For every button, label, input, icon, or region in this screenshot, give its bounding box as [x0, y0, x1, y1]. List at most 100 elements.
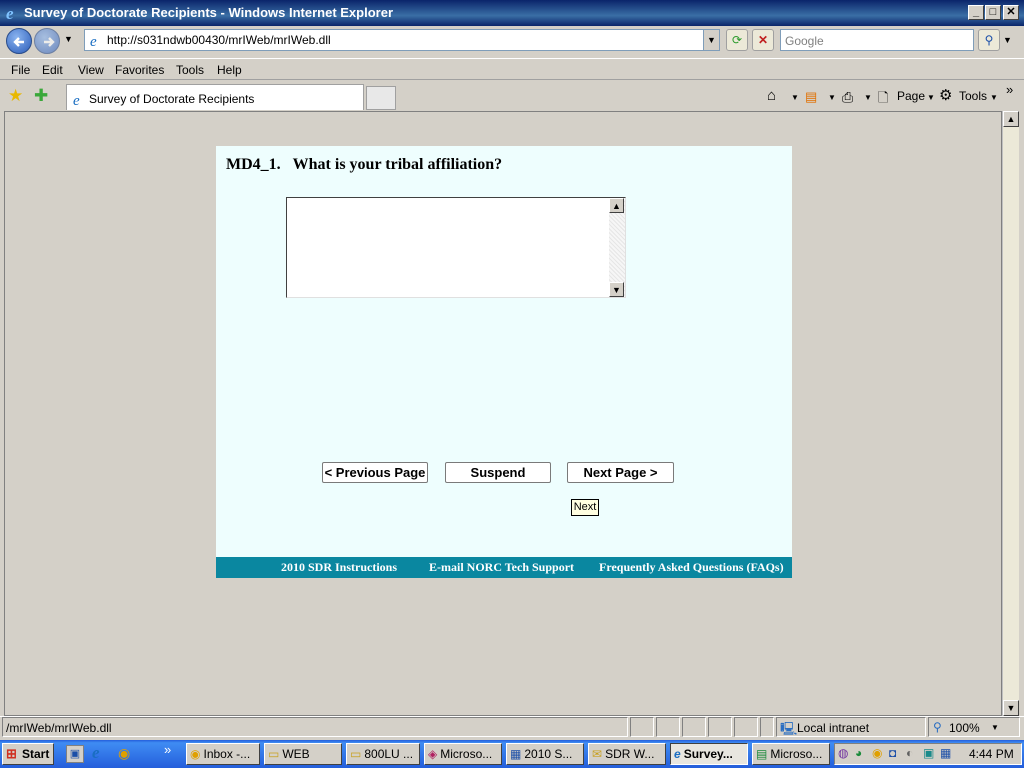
task-sdr-w[interactable]: ✉ SDR W...: [588, 743, 666, 765]
page-menu[interactable]: Page: [897, 89, 925, 103]
task-survey[interactable]: e Survey...: [670, 743, 748, 765]
zoom-control[interactable]: ⚲ 100% ▼: [928, 717, 1020, 737]
stop-icon[interactable]: ✕: [752, 29, 774, 51]
feeds-icon[interactable]: ▤: [805, 89, 817, 105]
search-input[interactable]: Google: [780, 29, 974, 51]
quicklaunch-outlook-icon[interactable]: ◉: [118, 745, 130, 762]
page-dropdown-icon[interactable]: ▼: [927, 93, 935, 102]
search-options-icon[interactable]: ▼: [1003, 35, 1012, 45]
minimize-button[interactable]: _: [968, 5, 984, 20]
address-url: http://s031ndwb00430/mrIWeb/mrIWeb.dll: [107, 33, 331, 47]
quicklaunch-ie-icon[interactable]: e: [92, 743, 100, 763]
task-label: 2010 S...: [524, 747, 573, 761]
zoom-level: 100%: [949, 721, 980, 735]
task-label: Inbox -...: [203, 747, 251, 761]
new-tab-button[interactable]: [366, 86, 396, 110]
intranet-icon: 🖳: [780, 721, 798, 736]
status-cell: [656, 717, 680, 737]
zone-label: Local intranet: [797, 721, 870, 735]
show-desktop-icon[interactable]: ▣: [66, 745, 84, 763]
menu-help[interactable]: Help: [217, 63, 242, 77]
tray-icon[interactable]: ◉: [872, 746, 882, 760]
previous-page-button[interactable]: < Previous Page: [322, 462, 428, 483]
clock: 4:44 PM: [969, 747, 1014, 761]
print-icon[interactable]: ⎙: [842, 89, 853, 106]
question-text: What is your tribal affiliation?: [292, 156, 503, 173]
tray-icon[interactable]: ▣: [923, 746, 934, 760]
back-button[interactable]: [6, 28, 32, 54]
tray-icon[interactable]: ▦: [940, 746, 951, 760]
task-inbox[interactable]: ◉ Inbox -...: [186, 743, 260, 765]
tab-ie-icon: e: [73, 93, 80, 107]
home-dropdown-icon[interactable]: ▼: [791, 93, 799, 102]
faq-link[interactable]: Frequently Asked Questions (FAQs): [599, 560, 784, 575]
history-dropdown-icon[interactable]: ▼: [64, 34, 73, 44]
search-placeholder: Google: [785, 34, 824, 48]
tools-dropdown-icon[interactable]: ▼: [990, 93, 998, 102]
tab-survey[interactable]: e Survey of Doctorate Recipients: [66, 84, 364, 110]
tray-icon[interactable]: ◍: [838, 746, 848, 760]
close-window-button[interactable]: ✕: [1003, 5, 1019, 20]
back-arrow-icon: [13, 37, 24, 47]
task-label: 800LU ...: [364, 747, 414, 761]
menu-bar: File Edit View Favorites Tools Help: [0, 58, 1024, 80]
tools-menu[interactable]: Tools: [959, 89, 987, 103]
menu-favorites[interactable]: Favorites: [115, 63, 164, 77]
favorites-star-icon[interactable]: ★: [8, 86, 23, 106]
start-label: Start: [22, 747, 50, 761]
scroll-down-icon[interactable]: ▼: [1003, 700, 1019, 716]
forward-button[interactable]: [34, 28, 60, 54]
start-button[interactable]: ⊞ Start: [2, 743, 54, 765]
textarea-scrollbar[interactable]: ▲ ▼: [609, 198, 625, 297]
next-page-button[interactable]: Next Page >: [567, 462, 674, 483]
feeds-dropdown-icon[interactable]: ▼: [828, 93, 836, 102]
scroll-up-icon[interactable]: ▲: [1003, 111, 1019, 127]
next-tooltip: Next: [571, 499, 599, 516]
textarea-scroll-up-icon[interactable]: ▲: [609, 198, 624, 213]
add-favorite-icon[interactable]: ✚: [34, 86, 48, 106]
status-cell: [708, 717, 732, 737]
task-label: Survey...: [683, 747, 733, 761]
address-dropdown-icon[interactable]: ▼: [703, 30, 719, 50]
question-id: MD4_1.: [226, 156, 281, 173]
chevron-more-icon[interactable]: »: [1006, 82, 1013, 97]
svg-text:e: e: [73, 93, 80, 107]
window-title: Survey of Doctorate Recipients - Windows…: [24, 5, 394, 20]
tray-icon[interactable]: ◕: [855, 746, 862, 760]
address-bar[interactable]: e http://s031ndwb00430/mrIWeb/mrIWeb.dll…: [84, 29, 720, 51]
quicklaunch-more-icon[interactable]: »: [164, 742, 171, 757]
maximize-button[interactable]: □: [985, 5, 1001, 20]
question-heading: MD4_1. What is your tribal affiliation?: [226, 156, 502, 174]
task-label: Microso...: [440, 747, 493, 761]
sdr-instructions-link[interactable]: 2010 SDR Instructions: [281, 560, 397, 575]
task-microsoft-1[interactable]: ◈ Microso...: [424, 743, 502, 765]
menu-tools[interactable]: Tools: [176, 63, 204, 77]
status-url-cell: /mrIWeb/mrIWeb.dll: [2, 717, 628, 737]
textarea-scroll-down-icon[interactable]: ▼: [609, 282, 624, 297]
task-label: Microso...: [770, 747, 823, 761]
suspend-button[interactable]: Suspend: [445, 462, 551, 483]
gear-icon: ⚙: [939, 87, 953, 104]
page-scrollbar[interactable]: ▲ ▼: [1002, 111, 1019, 716]
task-web-folder[interactable]: ▭ WEB: [264, 743, 342, 765]
refresh-icon[interactable]: ⟳: [726, 29, 748, 51]
address-row: ▼ e http://s031ndwb00430/mrIWeb/mrIWeb.d…: [0, 26, 1024, 56]
menu-file[interactable]: File: [11, 63, 30, 77]
task-800lu-folder[interactable]: ▭ 800LU ...: [346, 743, 420, 765]
print-dropdown-icon[interactable]: ▼: [864, 93, 872, 102]
home-icon[interactable]: ⌂: [767, 87, 776, 104]
task-2010-sdr[interactable]: ▦ 2010 S...: [506, 743, 584, 765]
zoom-dropdown-icon[interactable]: ▼: [991, 723, 999, 732]
system-tray: ◍ ◕ ◉ ◘ ◐ ▣ ▦ 4:44 PM: [834, 743, 1022, 765]
tray-icon[interactable]: ◐: [906, 746, 913, 760]
zone-cell: 🖳 Local intranet: [776, 717, 926, 737]
status-cell: [630, 717, 654, 737]
menu-view[interactable]: View: [78, 63, 104, 77]
zoom-icon: ⚲: [933, 720, 942, 734]
task-microsoft-2[interactable]: ▤ Microso...: [752, 743, 830, 765]
menu-edit[interactable]: Edit: [42, 63, 63, 77]
tribal-affiliation-textarea[interactable]: ▲ ▼: [286, 197, 626, 298]
search-icon[interactable]: ⚲: [978, 29, 1000, 51]
email-tech-support-link[interactable]: E-mail NORC Tech Support: [429, 560, 574, 575]
tray-icon[interactable]: ◘: [889, 746, 896, 760]
